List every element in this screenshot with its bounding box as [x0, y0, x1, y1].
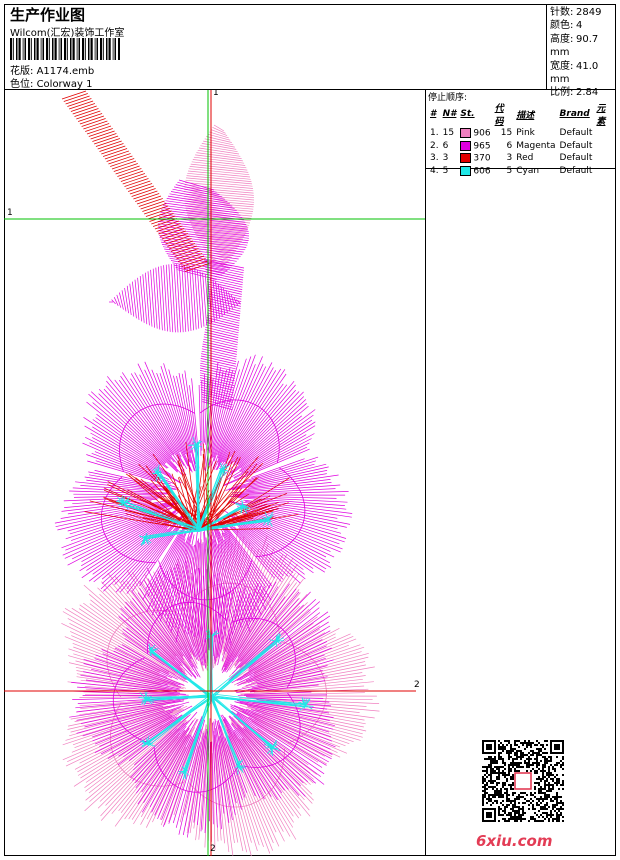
row-element: [594, 152, 616, 165]
axis-label-v1: 1: [213, 90, 219, 98]
page-title: 生产作业图: [10, 6, 86, 24]
design-stats: 针数: 2849 颜色: 4 高度: 90.7 mm 宽度: 41.0 mm 比例: 2.…: [550, 6, 616, 100]
col-element: 元素: [596, 104, 606, 127]
row-code: 370: [458, 152, 492, 165]
row-index: 4.: [430, 165, 439, 176]
row-needle: 6: [442, 140, 449, 151]
row-desc: Pink: [516, 128, 535, 139]
stat-height: 高度: 90.7 mm: [550, 33, 599, 59]
colorway-label: 色位:: [10, 79, 34, 90]
stop-sequence-table: # N# St. 代码 描述 Brand 元素 1. 15 906 15 Pink Def…: [428, 101, 616, 177]
row-brand: Default: [559, 140, 593, 151]
row-needle: 15: [442, 128, 455, 139]
table-row[interactable]: 3. 3 370 3 Red Default: [428, 152, 616, 165]
row-needle: 3: [442, 153, 449, 164]
table-row[interactable]: 2. 6 965 6 Magenta Default: [428, 140, 616, 153]
barcode: [10, 38, 120, 60]
embroidery-canvas[interactable]: 1 1 2 2: [4, 90, 426, 856]
stat-colors: 颜色: 4: [550, 20, 583, 32]
color-swatch: [460, 140, 472, 151]
colorway-value: Colorway 1: [36, 79, 93, 90]
axis-label-h2: 2: [414, 680, 420, 690]
col-code: 代码: [494, 104, 504, 127]
row-stop: 3: [506, 153, 513, 164]
row-element: [594, 165, 616, 178]
row-stop: 5: [506, 165, 513, 176]
col-stop: St.: [460, 109, 475, 119]
row-code: 965: [458, 140, 492, 153]
row-brand: Default: [559, 128, 593, 139]
table-header-row: # N# St. 代码 描述 Brand 元素: [428, 101, 616, 127]
row-needle: 5: [442, 165, 449, 176]
row-code: 606: [458, 165, 492, 178]
row-code: 906: [458, 127, 492, 140]
embroidery-design: [4, 90, 425, 856]
row-desc: Cyan: [516, 165, 540, 176]
color-swatch: [460, 153, 472, 163]
row-desc: Red: [516, 153, 534, 164]
col-index: #: [430, 109, 437, 119]
qr-logo-icon: [514, 772, 532, 790]
axis-label-h1: 1: [7, 208, 13, 218]
color-swatch: [460, 165, 472, 176]
col-brand: Brand: [559, 109, 590, 119]
row-stop: 15: [500, 128, 513, 139]
col-needle: N#: [442, 109, 457, 119]
table-row[interactable]: 1. 15 906 15 Pink Default: [428, 127, 616, 140]
stop-sequence-panel: 停止顺序: # N# St. 代码 描述 Brand 元素 1. 15 906 15 P…: [426, 90, 616, 176]
row-element: [594, 140, 616, 153]
stat-stitches: 针数: 2849: [550, 7, 602, 18]
watermark-logo: 6xiu.com: [476, 832, 553, 850]
row-brand: Default: [559, 165, 593, 176]
qr-code[interactable]: [482, 740, 564, 822]
axis-label-v2: 2: [210, 844, 216, 854]
col-desc: 描述: [516, 110, 535, 121]
company-name: Wilcom(汇宏)装饰工作室: [10, 28, 125, 39]
row-brand: Default: [559, 153, 593, 164]
row-element: [594, 127, 616, 140]
header-divider: [546, 4, 547, 90]
color-swatch: [460, 128, 472, 138]
magenta-stitches: [54, 179, 353, 838]
table-row[interactable]: 4. 5 606 5 Cyan Default: [428, 165, 616, 178]
stat-width: 宽度: 41.0 mm: [550, 60, 599, 86]
row-index: 3.: [430, 153, 439, 164]
header: 生产作业图 Wilcom(汇宏)装饰工作室 花版: A1174.emb 色位: …: [4, 4, 616, 98]
row-index: 2.: [430, 140, 439, 151]
colorway: 色位: Colorway 1: [10, 75, 92, 90]
row-desc: Magenta: [516, 140, 556, 151]
row-index: 1.: [430, 128, 439, 139]
row-stop: 6: [506, 140, 513, 151]
